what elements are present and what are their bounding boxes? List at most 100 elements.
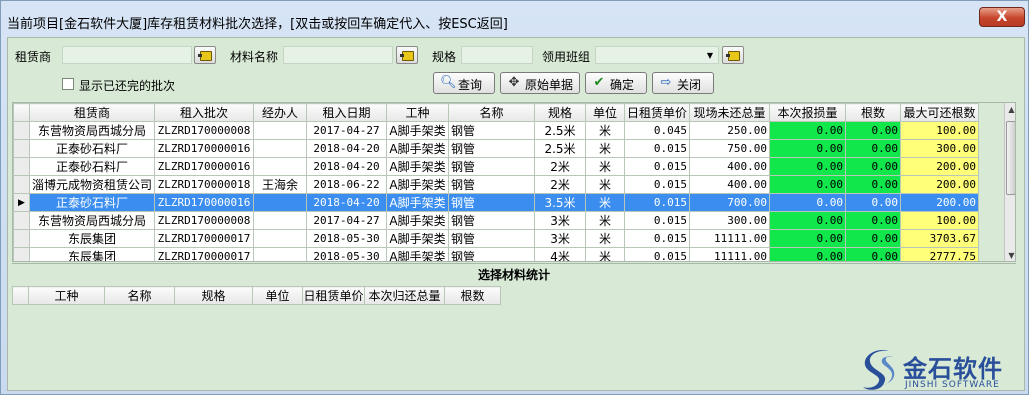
table-cell[interactable]: 钢管 [448, 211, 536, 230]
row-indicator[interactable] [13, 175, 30, 194]
table-cell[interactable]: 正泰砂石料厂 [28, 139, 156, 158]
table-cell[interactable]: 钢管 [448, 175, 536, 194]
grid-column-header[interactable]: 单位 [585, 103, 626, 122]
show-returned-checkbox[interactable] [62, 78, 74, 90]
table-cell[interactable]: 0.015 [624, 157, 691, 176]
table-cell[interactable]: 钢管 [448, 139, 536, 158]
table-cell[interactable]: 东营物资局西城分局 [28, 121, 156, 140]
table-cell[interactable]: 400.00 [689, 157, 771, 176]
grid-vertical-scrollbar[interactable]: ▲ ▼ [1004, 103, 1015, 261]
table-cell[interactable]: 0.045 [624, 121, 691, 140]
table-cell[interactable]: 2018-04-20 [306, 139, 388, 158]
table-cell[interactable]: A脚手架类 [386, 211, 450, 230]
table-cell[interactable]: 0.015 [624, 193, 691, 212]
table-cell[interactable]: 0.00 [845, 121, 902, 140]
table-cell[interactable]: 2米 [534, 157, 587, 176]
grid-column-header[interactable]: 现场未还总量 [689, 103, 771, 122]
table-cell[interactable]: A脚手架类 [386, 121, 450, 140]
grid-column-header[interactable]: 本次报损量 [769, 103, 847, 122]
table-cell[interactable]: 2.5米 [534, 139, 587, 158]
summary-column-header[interactable]: 名称 [104, 286, 175, 305]
confirm-button[interactable]: ✔ 确定 [585, 72, 647, 94]
table-cell[interactable] [253, 121, 308, 140]
row-indicator[interactable] [13, 211, 30, 230]
table-cell[interactable]: 2018-05-30 [306, 247, 388, 261]
table-cell[interactable]: 0.00 [769, 157, 847, 176]
table-cell[interactable]: ZLZRD170000008 [154, 121, 255, 140]
table-cell[interactable]: 米 [585, 211, 626, 230]
table-cell[interactable]: 100.00 [900, 121, 980, 140]
batch-grid[interactable]: 租赁商 租入批次 经办人 租入日期 工种 名称 规格 单位 日租赁单价 现场未还总量 本次报损量 根数… [12, 102, 1016, 262]
table-cell[interactable]: 2018-04-20 [306, 193, 388, 212]
summary-table-wrap[interactable]: 工种 名称 规格 单位 日租赁单价 本次归还总量 根数 [12, 286, 501, 305]
table-cell[interactable]: 400.00 [689, 175, 771, 194]
table-cell[interactable]: 0.00 [845, 175, 902, 194]
summary-column-header[interactable]: 日租赁单价 [302, 286, 365, 305]
table-cell[interactable]: 200.00 [900, 193, 980, 212]
chevron-down-icon[interactable]: ▼ [703, 48, 717, 64]
table-row[interactable]: 正泰砂石料厂 ZLZRD170000016 2018-04-20 A脚手架类 钢管 2.5… [13, 139, 980, 158]
lessor-pick-icon[interactable] [194, 46, 216, 64]
spec-input[interactable] [461, 46, 533, 64]
row-indicator[interactable] [13, 247, 30, 261]
grid-column-header[interactable]: 租赁商 [28, 103, 156, 122]
table-cell[interactable] [253, 139, 308, 158]
table-cell[interactable]: ZLZRD170000016 [154, 157, 255, 176]
table-row[interactable]: 东辰集团 ZLZRD170000017 2018-05-30 A脚手架类 钢管 3米米 0.… [13, 229, 980, 248]
table-cell[interactable] [253, 229, 308, 248]
table-cell[interactable]: 钢管 [448, 121, 536, 140]
table-row[interactable]: 东营物资局西城分局 ZLZRD170000008 2017-04-27 A脚手架类 钢管… [13, 121, 980, 140]
summary-column-header[interactable]: 单位 [252, 286, 303, 305]
grid-column-header[interactable]: 租入批次 [154, 103, 255, 122]
table-cell[interactable]: 正泰砂石料厂 [28, 193, 156, 212]
table-cell[interactable]: 4米 [534, 247, 587, 261]
table-cell[interactable] [253, 247, 308, 261]
table-cell[interactable]: 钢管 [448, 229, 536, 248]
table-cell[interactable]: A脚手架类 [386, 229, 450, 248]
table-row[interactable]: 淄博元成物资租赁公司 ZLZRD170000018 王海余 2018-06-22 A脚手… [13, 175, 980, 194]
team-select[interactable]: ▼ [595, 46, 719, 64]
table-cell[interactable]: 正泰砂石料厂 [28, 157, 156, 176]
table-cell[interactable]: 200.00 [900, 175, 980, 194]
table-cell[interactable]: ZLZRD170000008 [154, 211, 255, 230]
table-cell[interactable]: A脚手架类 [386, 139, 450, 158]
table-cell[interactable]: 11111.00 [689, 229, 771, 248]
table-row[interactable]: 正泰砂石料厂 ZLZRD170000016 2018-04-20 A脚手架类 钢管 2米米… [13, 157, 980, 176]
table-cell[interactable] [253, 211, 308, 230]
table-cell[interactable]: ZLZRD170000017 [154, 229, 255, 248]
scroll-up-icon[interactable]: ▲ [1005, 103, 1015, 117]
table-cell[interactable]: 0.00 [845, 211, 902, 230]
table-cell[interactable]: 3米 [534, 211, 587, 230]
summary-column-header[interactable]: 工种 [28, 286, 105, 305]
table-cell[interactable]: A脚手架类 [386, 157, 450, 176]
table-cell[interactable]: ZLZRD170000016 [154, 193, 255, 212]
material-pick-icon[interactable] [396, 46, 418, 64]
table-cell[interactable]: 米 [585, 193, 626, 212]
table-cell[interactable]: 0.00 [845, 157, 902, 176]
table-cell[interactable]: 0.00 [845, 139, 902, 158]
table-cell[interactable]: 0.015 [624, 229, 691, 248]
table-cell[interactable]: 2.5米 [534, 121, 587, 140]
table-cell[interactable] [253, 193, 308, 212]
table-cell[interactable]: 100.00 [900, 211, 980, 230]
table-cell[interactable] [253, 157, 308, 176]
table-cell[interactable]: 0.00 [769, 139, 847, 158]
row-indicator[interactable] [13, 229, 30, 248]
grid-column-header[interactable]: 规格 [534, 103, 587, 122]
summary-column-header[interactable]: 根数 [444, 286, 501, 305]
table-cell[interactable]: 东营物资局西城分局 [28, 211, 156, 230]
table-row[interactable]: 东营物资局西城分局 ZLZRD170000008 2017-04-27 A脚手架类 钢管… [13, 211, 980, 230]
team-pick-icon[interactable] [722, 46, 744, 64]
table-cell[interactable]: 王海余 [253, 175, 308, 194]
row-indicator[interactable] [13, 121, 30, 140]
material-input[interactable] [283, 46, 393, 64]
table-cell[interactable]: 0.015 [624, 139, 691, 158]
original-doc-button[interactable]: ✥ 原始单据 [500, 72, 580, 94]
table-cell[interactable]: 米 [585, 121, 626, 140]
table-cell[interactable]: 米 [585, 139, 626, 158]
table-cell[interactable]: 0.00 [845, 193, 902, 212]
table-cell[interactable]: 东辰集团 [28, 247, 156, 261]
table-cell[interactable]: 2018-06-22 [306, 175, 388, 194]
lessor-input[interactable] [62, 46, 192, 64]
table-row[interactable]: 东辰集团 ZLZRD170000017 2018-05-30 A脚手架类 钢管 4米米 0.… [13, 247, 980, 261]
